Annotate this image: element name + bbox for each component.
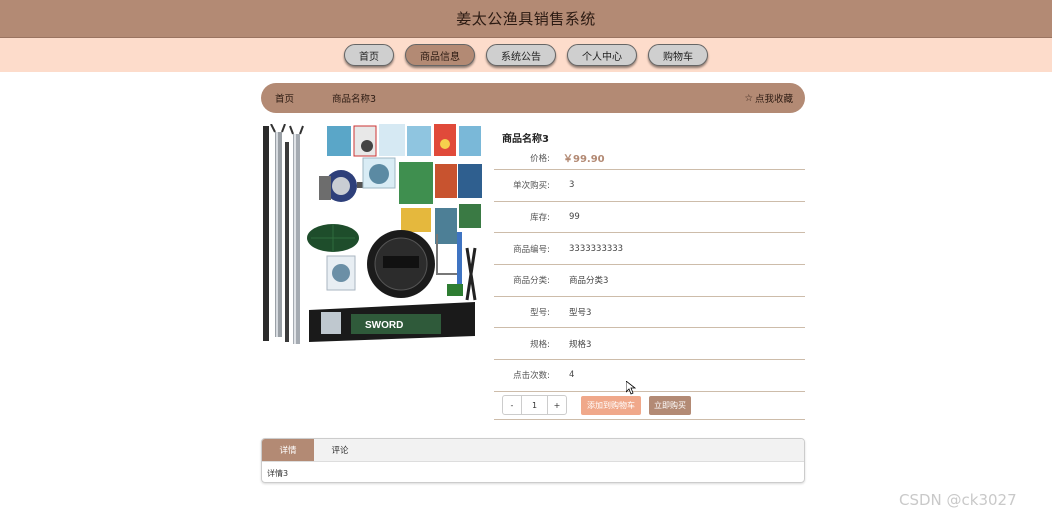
detail-value: 4 bbox=[569, 370, 575, 381]
nav-cart[interactable]: 购物车 bbox=[648, 44, 708, 66]
buy-now-button[interactable]: 立即购买 bbox=[649, 395, 691, 415]
detail-label: 商品编号: bbox=[513, 244, 550, 255]
purchase-actions: - 1 + 添加到购物车 立即购买 bbox=[494, 392, 805, 420]
quantity-decrease-button[interactable]: - bbox=[503, 396, 521, 414]
product-name: 商品名称3 bbox=[502, 134, 549, 145]
breadcrumb: 首页 商品名称3 ☆ 点我收藏 bbox=[261, 83, 805, 113]
favorite-button[interactable]: ☆ 点我收藏 bbox=[744, 91, 793, 106]
price-value: ￥99.90 bbox=[563, 154, 605, 165]
quantity-stepper: - 1 + bbox=[502, 395, 567, 416]
detail-label: 点击次数: bbox=[513, 371, 550, 382]
tab-comments[interactable]: 评论 bbox=[314, 439, 366, 461]
nav-home[interactable]: 首页 bbox=[344, 44, 394, 66]
detail-row: 型号: 型号3 bbox=[494, 297, 805, 329]
breadcrumb-current: 商品名称3 bbox=[332, 94, 377, 105]
add-to-cart-button[interactable]: 添加到购物车 bbox=[581, 395, 641, 415]
main-nav: 首页 商品信息 系统公告 个人中心 购物车 bbox=[0, 38, 1052, 72]
detail-value: 型号3 bbox=[569, 308, 592, 319]
favorite-label: 点我收藏 bbox=[754, 94, 793, 105]
price-row: 价格: ￥99.90 bbox=[494, 146, 805, 170]
detail-row: 库存: 99 bbox=[494, 202, 805, 234]
detail-value: 3333333333 bbox=[569, 243, 624, 254]
detail-value: 99 bbox=[569, 212, 580, 223]
detail-value: 商品分类3 bbox=[569, 276, 609, 287]
detail-label: 库存: bbox=[530, 213, 550, 224]
detail-value: 规格3 bbox=[569, 339, 592, 350]
product-image: SWORD bbox=[261, 124, 483, 346]
breadcrumb-home[interactable]: 首页 bbox=[275, 91, 294, 105]
detail-row: 点击次数: 4 bbox=[494, 360, 805, 392]
nav-personal-center[interactable]: 个人中心 bbox=[567, 44, 637, 66]
fishing-gear-illustration: SWORD bbox=[261, 124, 483, 346]
detail-row: 规格: 规格3 bbox=[494, 328, 805, 361]
detail-value: 3 bbox=[569, 180, 575, 191]
nav-announcements[interactable]: 系统公告 bbox=[486, 44, 556, 66]
product-info: 商品名称3 价格: ￥99.90 单次购买: 3 库存: 99 商品编号: 33… bbox=[494, 124, 805, 420]
detail-tabs: 详情 评论 详情3 bbox=[261, 438, 805, 483]
bag-brand-text: SWORD bbox=[365, 320, 403, 331]
watermark: CSDN @ck3027 bbox=[899, 491, 1017, 509]
detail-label: 商品分类: bbox=[513, 276, 550, 287]
nav-products[interactable]: 商品信息 bbox=[405, 44, 475, 66]
detail-row: 商品编号: 3333333333 bbox=[494, 233, 805, 266]
site-header: 姜太公渔具销售系统 bbox=[0, 0, 1052, 38]
tabs-header: 详情 评论 bbox=[262, 439, 804, 462]
detail-label: 单次购买: bbox=[513, 181, 550, 192]
detail-row: 单次购买: 3 bbox=[494, 170, 805, 202]
detail-label: 型号: bbox=[530, 308, 550, 319]
tab-content: 详情3 bbox=[267, 469, 289, 478]
detail-row: 商品分类: 商品分类3 bbox=[494, 265, 805, 297]
quantity-input[interactable]: 1 bbox=[521, 396, 548, 415]
star-icon: ☆ bbox=[744, 92, 753, 104]
mouse-cursor-icon bbox=[626, 381, 636, 395]
tab-details[interactable]: 详情 bbox=[262, 439, 314, 461]
detail-label: 规格: bbox=[530, 339, 550, 350]
price-label: 价格: bbox=[530, 153, 550, 164]
site-title: 姜太公渔具销售系统 bbox=[456, 10, 596, 28]
quantity-increase-button[interactable]: + bbox=[548, 396, 566, 414]
